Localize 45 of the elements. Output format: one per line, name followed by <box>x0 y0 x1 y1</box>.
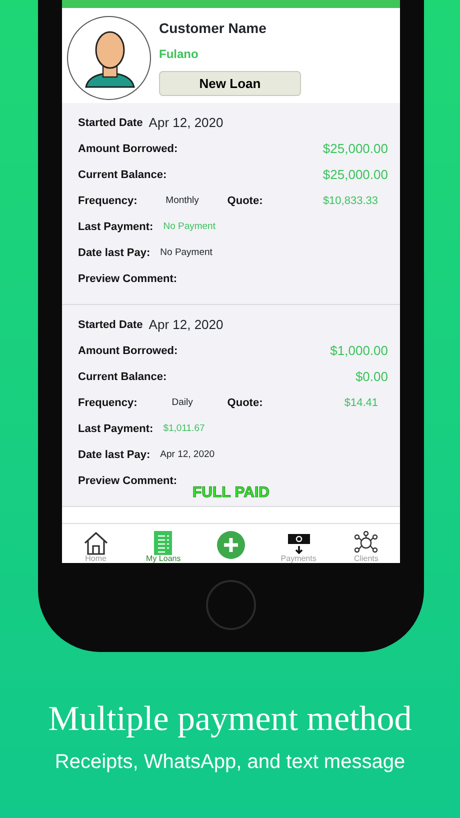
customer-name: Fulano <box>159 46 200 63</box>
field-label: Preview Comment: <box>78 272 178 287</box>
field-label: Current Balance: <box>78 168 167 183</box>
caption-title: Multiple payment method <box>47 700 413 738</box>
cash-icon <box>286 533 311 555</box>
tab-item[interactable]: Home <box>66 531 126 563</box>
amount-value: $10,833.33 <box>322 194 378 209</box>
field-label: Preview Comment: <box>78 474 178 489</box>
field-label: Quote: <box>227 396 263 411</box>
amount-value: $0.00 <box>355 368 388 386</box>
field-label: Amount Borrowed: <box>78 142 178 157</box>
field-label: Frequency: <box>78 194 138 209</box>
tab-item[interactable]: Clients <box>336 531 396 563</box>
amount-value: $25,000.00 <box>322 140 388 158</box>
field-label: Date last Pay: <box>78 246 150 261</box>
field-value: Monthly <box>164 194 200 208</box>
plus-icon <box>216 531 245 559</box>
amount-value: $14.41 <box>344 396 378 411</box>
list-icon <box>154 531 172 555</box>
amount-value: $1,000.00 <box>330 342 388 360</box>
field-label: Started Date <box>78 318 143 333</box>
caption-subtitle: Receipts, WhatsApp, and text message <box>54 750 406 774</box>
tab-item[interactable]: Payments <box>268 533 329 563</box>
field-value: Apr 12, 2020 <box>148 316 224 334</box>
field-value: Apr 12, 2020 <box>148 114 224 132</box>
field-label: Amount Borrowed: <box>78 344 178 359</box>
field-label: Date last Pay: <box>78 448 150 463</box>
customer-label: Customer Name <box>159 19 268 38</box>
status-label: FULL PAID <box>192 482 270 502</box>
tab-item[interactable]: My Loans <box>133 531 194 563</box>
house-icon <box>82 531 109 555</box>
field-label: Last Payment: <box>78 422 154 437</box>
new-loan-button[interactable]: New Loan <box>159 71 301 96</box>
field-label: Frequency: <box>78 396 138 411</box>
field-label: Last Payment: <box>78 220 154 235</box>
field-value: Daily <box>170 396 194 410</box>
amount-value: $25,000.00 <box>322 166 388 184</box>
field-label: Started Date <box>78 116 143 131</box>
field-value: $1,011.67 <box>163 422 205 436</box>
field-value: No Payment <box>163 220 216 234</box>
field-value: Apr 12, 2020 <box>160 448 215 462</box>
field-value: No Payment <box>160 246 212 260</box>
field-label: Current Balance: <box>78 370 167 385</box>
network-icon <box>353 531 380 555</box>
field-label: Quote: <box>227 194 263 209</box>
